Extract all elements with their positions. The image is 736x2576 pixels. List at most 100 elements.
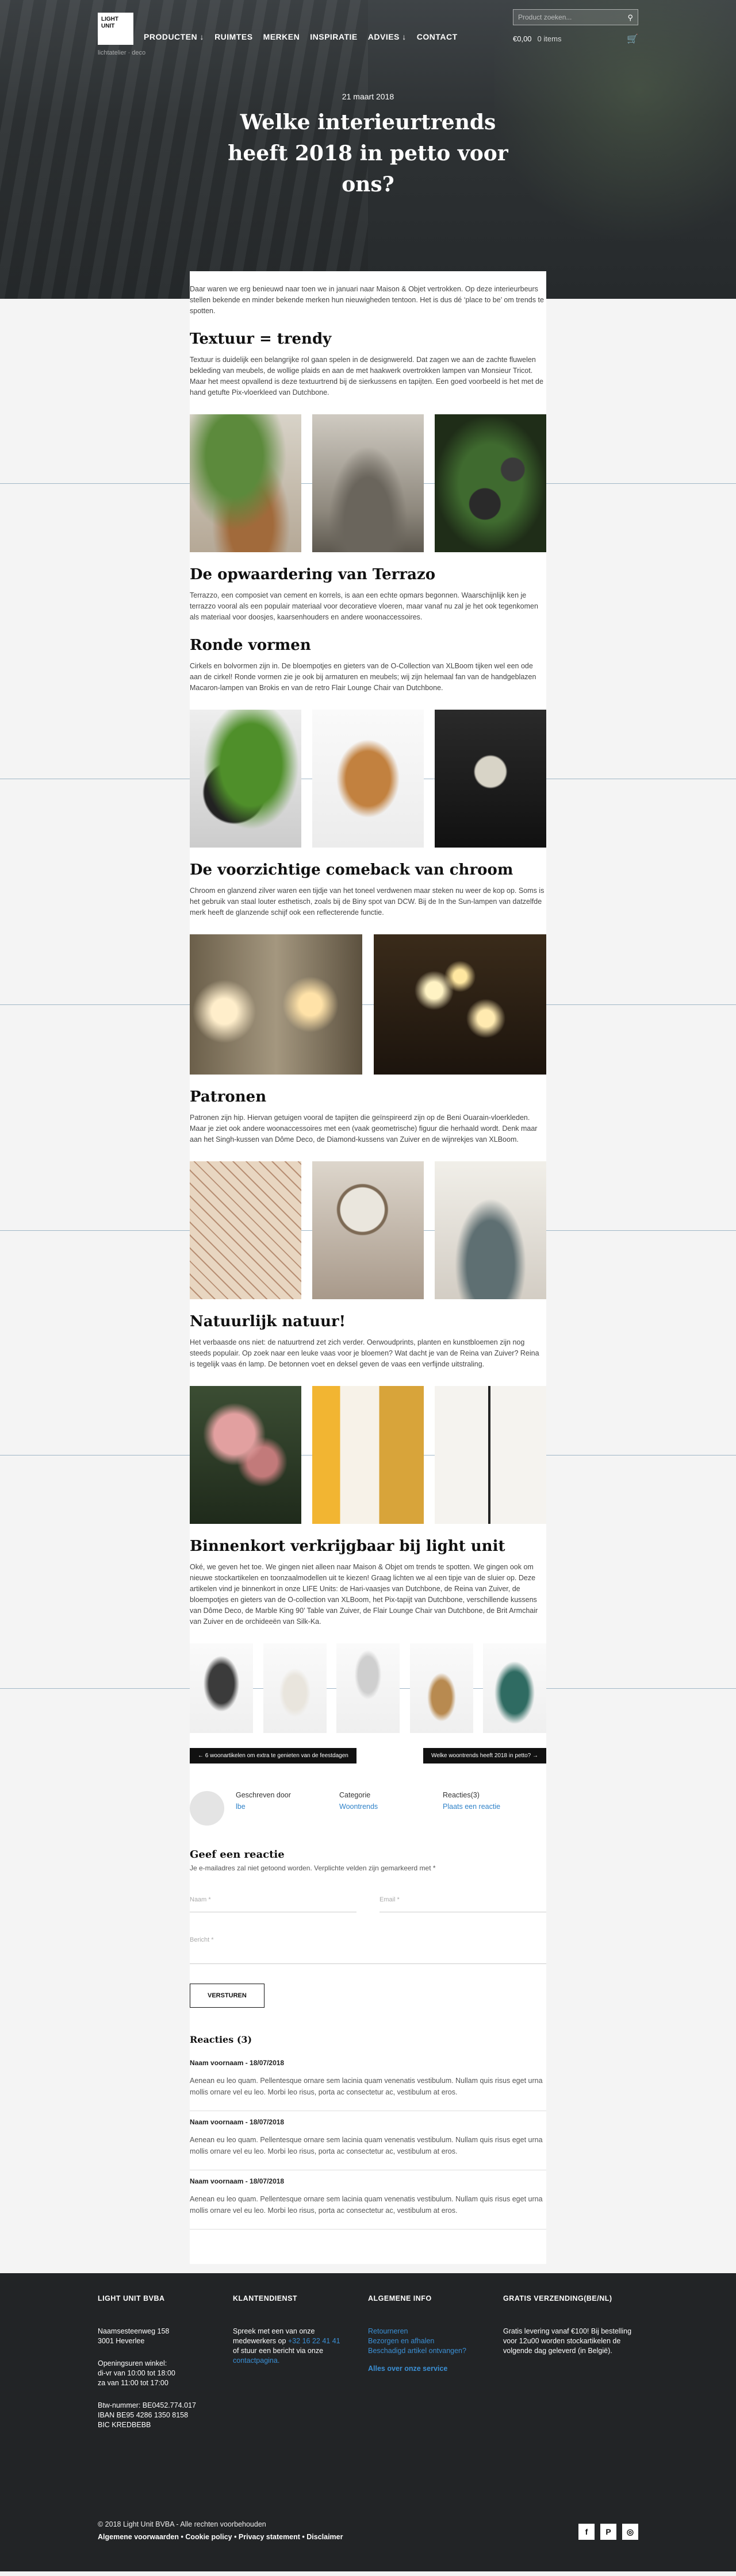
section-text-terrazo: Terrazzo, een composiet van cement en ko… (190, 591, 538, 621)
image-wall-spots (190, 934, 362, 1075)
footer-link-service[interactable]: Alles over onze service (368, 2364, 503, 2374)
avatar (190, 1791, 224, 1826)
section-title-terrazo: De opwaardering van Terrazo (190, 566, 436, 583)
section-title-ronde-vormen: Ronde vormen (190, 637, 311, 654)
logo-line2: UNIT (101, 23, 115, 29)
reactions-block: Reacties(3) Plaats een reactie (443, 1791, 546, 1811)
image-velvet-pillows (312, 1386, 424, 1524)
footer-shipping-title: GRATIS VERZENDING(BE/NL) (503, 2294, 612, 2302)
submit-button[interactable]: VERSTUREN (190, 1984, 264, 2008)
post-date: 21 maart 2018 (342, 92, 394, 101)
image-chrome-lamps (374, 934, 546, 1075)
image-row-textuur (0, 414, 736, 552)
section-title-textuur: Textuur = trendy (190, 330, 332, 348)
reaction-text: Aenean eu leo quam. Pellentesque ornare … (190, 2136, 543, 2155)
search-icon[interactable]: ⚲ (627, 13, 633, 22)
footer-service-text-1: Spreek met een van onze (233, 2327, 315, 2335)
cart[interactable]: €0,00 0 items 🛒 (513, 34, 638, 44)
post-meta: Geschreven door lbe Categorie Woontrends… (190, 1791, 546, 1826)
nav-inspiratie[interactable]: INSPIRATIE (310, 32, 358, 41)
list-item: Naam voornaam - 18/07/2018 Aenean eu leo… (190, 2052, 546, 2111)
facebook-icon[interactable]: f (578, 2524, 595, 2540)
section-text-ronde-vormen: Cirkels en bolvormen zijn in. De bloempo… (190, 662, 536, 692)
footer-bottom: © 2018 Light Unit BVBA - Alle rechten vo… (98, 2520, 343, 2541)
image-orchids (190, 1386, 301, 1524)
footer-iban: IBAN BE95 4286 1350 8158 (98, 2411, 189, 2419)
section-title-patronen: Patronen (190, 1088, 267, 1106)
footer-contact-link[interactable]: contactpagina. (233, 2356, 368, 2366)
nav-contact[interactable]: CONTACT (417, 32, 458, 41)
footer-address-1: Naamsesteenweg 158 (98, 2327, 170, 2335)
image-living-room-rug (312, 414, 424, 552)
footer-link-bezorgen[interactable]: Bezorgen en afhalen (368, 2336, 503, 2346)
nav-ruimtes[interactable]: RUIMTES (214, 32, 253, 41)
name-field[interactable]: Naam * (190, 1896, 356, 1912)
reaction-author: Naam voornaam - 18/07/2018 (190, 2059, 285, 2067)
search-input[interactable] (513, 10, 617, 25)
section-text-patronen: Patronen zijn hip. Hiervan getuigen voor… (190, 1114, 538, 1143)
reaction-author: Naam voornaam - 18/07/2018 (190, 2118, 285, 2126)
email-field[interactable]: Email * (379, 1896, 546, 1912)
image-product-vase (263, 1643, 327, 1733)
social-links: f P ◎ (578, 2524, 638, 2540)
image-macaron-lamps (435, 710, 546, 848)
footer-link-retourneren[interactable]: Retourneren (368, 2327, 503, 2336)
footer-hours-2: za van 11:00 tot 17:00 (98, 2379, 168, 2387)
instagram-icon[interactable]: ◎ (622, 2524, 638, 2540)
footer-company: LIGHT UNIT BVBA Naamsesteenweg 158 3001 … (98, 2294, 233, 2430)
image-product-gold-vase (409, 1643, 473, 1733)
author-link[interactable]: lbe (236, 1803, 339, 1811)
article: Daar waren we erg benieuwd naar toen we … (0, 271, 736, 2264)
section-text-binnenkort: Oké, we geven het toe. We gingen niet al… (190, 1563, 538, 1626)
section-title-chroom: De voorzichtige comeback van chroom (190, 861, 513, 879)
reactions-count: Reacties(3) (443, 1791, 480, 1799)
footer-btw: Btw-nummer: BE0452.774.017 (98, 2401, 196, 2409)
list-item: Naam voornaam - 18/07/2018 Aenean eu leo… (190, 2170, 546, 2230)
category-link[interactable]: Woontrends (339, 1803, 443, 1811)
image-row-ronde-vormen (0, 710, 736, 848)
category-label: Categorie (339, 1791, 371, 1799)
list-item: Naam voornaam - 18/07/2018 Aenean eu leo… (190, 2111, 546, 2170)
footer-info-title: ALGEMENE INFO (368, 2294, 432, 2302)
reactions-title: Reacties (3) (190, 2034, 252, 2045)
image-cushion-plant (190, 414, 301, 552)
image-flair-lounge-chair (312, 710, 424, 848)
footer-service-text-2: medewerkers op (233, 2337, 286, 2345)
reaction-text: Aenean eu leo quam. Pellentesque ornare … (190, 2077, 543, 2096)
footer-company-title: LIGHT UNIT BVBA (98, 2294, 165, 2302)
next-post-button[interactable]: Welke woontrends heeft 2018 in petto? → (423, 1748, 546, 1763)
cart-items: 0 items (537, 34, 562, 43)
add-reaction-link[interactable]: Plaats een reactie (443, 1803, 546, 1811)
reply-title: Geef een reactie (190, 1849, 285, 1861)
image-row-patronen (0, 1161, 736, 1299)
footer-hours-1: di-vr van 10:00 tot 18:00 (98, 2369, 175, 2377)
legal-links[interactable]: Algemene voorwaarden • Cookie policy • P… (98, 2533, 343, 2541)
nav-producten[interactable]: PRODUCTEN ↓ (144, 32, 204, 41)
image-row-products (0, 1643, 736, 1733)
section-title-natuur: Natuurlijk natuur! (190, 1313, 346, 1330)
pinterest-icon[interactable]: P (600, 2524, 616, 2540)
footer-address-2: 3001 Heverlee (98, 2337, 145, 2345)
previous-post-button[interactable]: ← 6 woonartikelen om extra te genieten v… (190, 1748, 356, 1763)
image-round-mirror (312, 1161, 424, 1299)
reply-note: Je e-mailadres zal niet getoond worden. … (190, 1864, 436, 1872)
footer-service: KLANTENDIENST Spreek met een van onze me… (233, 2294, 368, 2430)
author-block: Geschreven door lbe (236, 1791, 339, 1811)
image-round-planter (190, 710, 301, 848)
cart-icon[interactable]: 🛒 (627, 33, 638, 45)
section-text-natuur: Het verbaasde ons niet: de natuurtrend z… (190, 1338, 539, 1368)
logo[interactable]: LIGHT UNIT (98, 13, 133, 45)
message-field[interactable]: Bericht * (190, 1936, 546, 1964)
page-title: Welke interieurtrends heeft 2018 in pett… (228, 110, 508, 197)
nav-advies[interactable]: ADVIES ↓ (368, 32, 407, 41)
image-pattern-rug (190, 1161, 301, 1299)
image-pendant-lamps (435, 414, 546, 552)
image-row-natuur (0, 1386, 736, 1524)
footer-service-title: KLANTENDIENST (233, 2294, 298, 2302)
article-spacer (190, 2230, 546, 2264)
nav-merken[interactable]: MERKEN (263, 32, 300, 41)
footer-columns: LIGHT UNIT BVBA Naamsesteenweg 158 3001 … (98, 2294, 638, 2430)
footer-bic: BIC KREDBEBB (98, 2421, 151, 2429)
footer-phone-link[interactable]: +32 16 22 41 41 (288, 2337, 340, 2345)
footer-link-beschadigd[interactable]: Beschadigd artikel ontvangen? (368, 2346, 503, 2356)
